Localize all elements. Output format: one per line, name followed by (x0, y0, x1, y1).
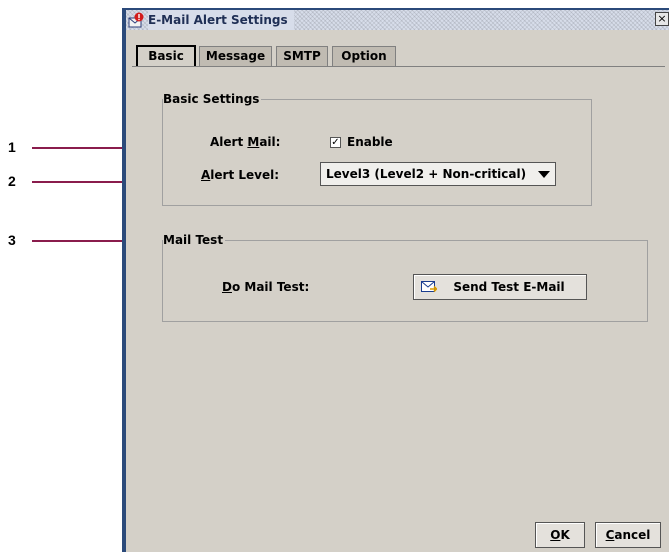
tab-smtp[interactable]: SMTP (276, 46, 328, 66)
chevron-down-icon (538, 171, 550, 178)
tab-message[interactable]: Message (199, 46, 272, 66)
callout-number: 2 (8, 173, 16, 189)
cancel-button[interactable]: Cancel (595, 522, 661, 548)
tab-option[interactable]: Option (332, 46, 396, 66)
title-bar[interactable]: E-Mail Alert Settings × (126, 10, 669, 30)
email-alert-settings-window: E-Mail Alert Settings × Basic Message SM… (122, 8, 669, 552)
close-button[interactable]: × (655, 12, 669, 26)
alert-mail-label: Alert Mail: (210, 135, 281, 149)
do-mail-test-label: Do Mail Test: (222, 280, 310, 294)
mail-send-icon (421, 281, 437, 293)
callout-number: 3 (8, 232, 16, 248)
send-test-email-label: Send Test E-Mail (453, 280, 565, 294)
group-title: Mail Test (163, 233, 226, 247)
basic-settings-group: Basic Settings (162, 92, 592, 206)
enable-label: Enable (347, 135, 393, 149)
mail-alert-icon (128, 12, 144, 28)
callout-number: 1 (8, 139, 16, 155)
window-title: E-Mail Alert Settings (148, 10, 294, 30)
alert-level-value: Level3 (Level2 + Non-critical) (326, 167, 527, 181)
tab-divider (132, 66, 665, 67)
enable-checkbox[interactable]: ✓ (330, 137, 341, 148)
close-icon: × (657, 12, 667, 25)
ok-button[interactable]: OK (535, 522, 585, 548)
alert-level-label: Alert Level: (201, 168, 280, 182)
group-title: Basic Settings (163, 92, 262, 106)
alert-level-select[interactable]: Level3 (Level2 + Non-critical) (320, 162, 556, 186)
tab-basic[interactable]: Basic (136, 45, 196, 66)
send-test-email-button[interactable]: Send Test E-Mail (413, 274, 587, 300)
